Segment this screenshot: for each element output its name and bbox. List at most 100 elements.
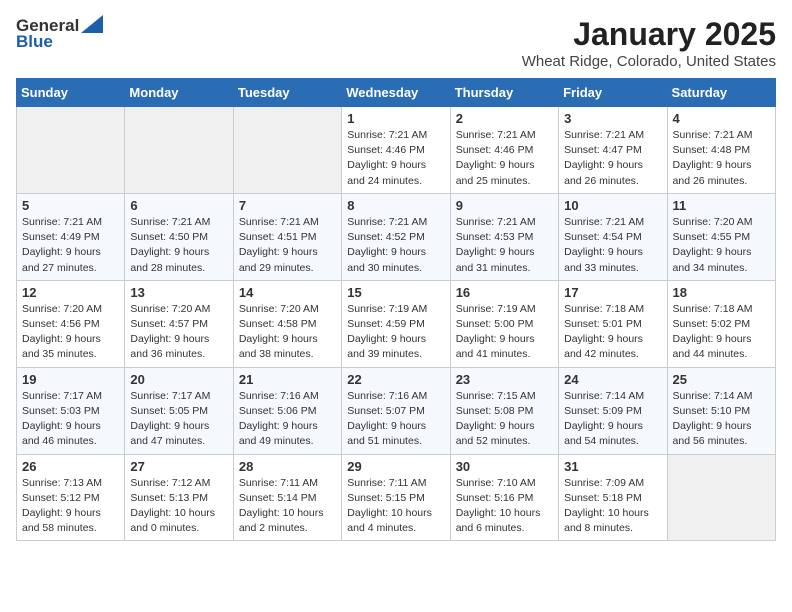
calendar-cell: 12 Sunrise: 7:20 AMSunset: 4:56 PMDayligh… (17, 280, 125, 367)
calendar-cell: 6 Sunrise: 7:21 AMSunset: 4:50 PMDaylight… (125, 193, 233, 280)
calendar-cell: 14 Sunrise: 7:20 AMSunset: 4:58 PMDayligh… (233, 280, 341, 367)
calendar-cell: 20 Sunrise: 7:17 AMSunset: 5:05 PMDayligh… (125, 367, 233, 454)
day-number: 20 (130, 372, 227, 387)
day-number: 31 (564, 459, 661, 474)
day-number: 19 (22, 372, 119, 387)
day-header-sunday: Sunday (17, 79, 125, 107)
calendar-cell: 16Sunrise: 7:19 AMSunset: 5:00 PMDayligh… (450, 280, 558, 367)
calendar-cell (125, 107, 233, 194)
day-number: 10 (564, 198, 661, 213)
calendar-cell: 21 Sunrise: 7:16 AMSunset: 5:06 PMDayligh… (233, 367, 341, 454)
calendar-cell: 8 Sunrise: 7:21 AMSunset: 4:52 PMDaylight… (342, 193, 450, 280)
calendar-cell: 28Sunrise: 7:11 AMSunset: 5:14 PMDayligh… (233, 454, 341, 541)
calendar-week-5: 26Sunrise: 7:13 AMSunset: 5:12 PMDayligh… (17, 454, 776, 541)
calendar-cell: 27 Sunrise: 7:12 AMSunset: 5:13 PMDayligh… (125, 454, 233, 541)
calendar-week-3: 12 Sunrise: 7:20 AMSunset: 4:56 PMDayligh… (17, 280, 776, 367)
calendar-cell (233, 107, 341, 194)
calendar-cell: 24 Sunrise: 7:14 AMSunset: 5:09 PMDayligh… (559, 367, 667, 454)
calendar-cell: 7 Sunrise: 7:21 AMSunset: 4:51 PMDaylight… (233, 193, 341, 280)
cell-content: Sunrise: 7:14 AMSunset: 5:09 PMDaylight:… (564, 389, 661, 450)
cell-content: Sunrise: 7:13 AMSunset: 5:12 PMDaylight:… (22, 476, 119, 537)
cell-content: Sunrise: 7:16 AMSunset: 5:06 PMDaylight:… (239, 389, 336, 450)
calendar-cell: 19 Sunrise: 7:17 AMSunset: 5:03 PMDayligh… (17, 367, 125, 454)
cell-content: Sunrise: 7:21 AMSunset: 4:51 PMDaylight:… (239, 215, 336, 276)
day-number: 23 (456, 372, 553, 387)
cell-content: Sunrise: 7:20 AMSunset: 4:56 PMDaylight:… (22, 302, 119, 363)
cell-content: Sunrise: 7:21 AMSunset: 4:52 PMDaylight:… (347, 215, 444, 276)
day-number: 15 (347, 285, 444, 300)
day-number: 1 (347, 111, 444, 126)
cell-content: Sunrise: 7:21 AMSunset: 4:54 PMDaylight:… (564, 215, 661, 276)
day-number: 27 (130, 459, 227, 474)
cell-content: Sunrise: 7:21 AMSunset: 4:53 PMDaylight:… (456, 215, 553, 276)
day-number: 21 (239, 372, 336, 387)
calendar-cell: 3Sunrise: 7:21 AMSunset: 4:47 PMDaylight… (559, 107, 667, 194)
location: Wheat Ridge, Colorado, United States (522, 53, 776, 70)
calendar-cell: 4Sunrise: 7:21 AMSunset: 4:48 PMDaylight… (667, 107, 775, 194)
cell-content: Sunrise: 7:18 AMSunset: 5:02 PMDaylight:… (673, 302, 770, 363)
day-number: 17 (564, 285, 661, 300)
day-number: 22 (347, 372, 444, 387)
day-number: 18 (673, 285, 770, 300)
calendar-cell: 26Sunrise: 7:13 AMSunset: 5:12 PMDayligh… (17, 454, 125, 541)
calendar-week-2: 5 Sunrise: 7:21 AMSunset: 4:49 PMDaylight… (17, 193, 776, 280)
calendar-cell: 15 Sunrise: 7:19 AMSunset: 4:59 PMDayligh… (342, 280, 450, 367)
cell-content: Sunrise: 7:14 AMSunset: 5:10 PMDaylight:… (673, 389, 770, 450)
calendar-cell: 9 Sunrise: 7:21 AMSunset: 4:53 PMDaylight… (450, 193, 558, 280)
logo-blue-text: Blue (16, 32, 53, 52)
day-number: 12 (22, 285, 119, 300)
cell-content: Sunrise: 7:19 AMSunset: 4:59 PMDaylight:… (347, 302, 444, 363)
day-number: 14 (239, 285, 336, 300)
cell-content: Sunrise: 7:18 AMSunset: 5:01 PMDaylight:… (564, 302, 661, 363)
cell-content: Sunrise: 7:17 AMSunset: 5:05 PMDaylight:… (130, 389, 227, 450)
day-number: 4 (673, 111, 770, 126)
day-number: 5 (22, 198, 119, 213)
calendar-cell: 22 Sunrise: 7:16 AMSunset: 5:07 PMDayligh… (342, 367, 450, 454)
calendar-header-row: SundayMondayTuesdayWednesdayThursdayFrid… (17, 79, 776, 107)
day-number: 7 (239, 198, 336, 213)
cell-content: Sunrise: 7:21 AMSunset: 4:46 PMDaylight:… (347, 128, 444, 189)
title-block: January 2025 Wheat Ridge, Colorado, Unit… (522, 16, 776, 70)
day-number: 28 (239, 459, 336, 474)
cell-content: Sunrise: 7:21 AMSunset: 4:47 PMDaylight:… (564, 128, 661, 189)
day-number: 9 (456, 198, 553, 213)
logo-icon (81, 15, 103, 33)
calendar-cell: 29 Sunrise: 7:11 AMSunset: 5:15 PMDayligh… (342, 454, 450, 541)
day-number: 30 (456, 459, 553, 474)
cell-content: Sunrise: 7:21 AMSunset: 4:50 PMDaylight:… (130, 215, 227, 276)
day-number: 13 (130, 285, 227, 300)
calendar-cell: 2Sunrise: 7:21 AMSunset: 4:46 PMDaylight… (450, 107, 558, 194)
cell-content: Sunrise: 7:15 AMSunset: 5:08 PMDaylight:… (456, 389, 553, 450)
calendar-table: SundayMondayTuesdayWednesdayThursdayFrid… (16, 78, 776, 541)
calendar-cell: 5 Sunrise: 7:21 AMSunset: 4:49 PMDaylight… (17, 193, 125, 280)
calendar-cell: 17 Sunrise: 7:18 AMSunset: 5:01 PMDayligh… (559, 280, 667, 367)
day-number: 25 (673, 372, 770, 387)
day-header-wednesday: Wednesday (342, 79, 450, 107)
day-number: 29 (347, 459, 444, 474)
cell-content: Sunrise: 7:11 AMSunset: 5:15 PMDaylight:… (347, 476, 444, 537)
calendar-cell: 13Sunrise: 7:20 AMSunset: 4:57 PMDayligh… (125, 280, 233, 367)
day-header-monday: Monday (125, 79, 233, 107)
calendar-cell: 30Sunrise: 7:10 AMSunset: 5:16 PMDayligh… (450, 454, 558, 541)
day-number: 11 (673, 198, 770, 213)
cell-content: Sunrise: 7:16 AMSunset: 5:07 PMDaylight:… (347, 389, 444, 450)
page-header: General Blue January 2025 Wheat Ridge, C… (16, 16, 776, 70)
calendar-cell: 23 Sunrise: 7:15 AMSunset: 5:08 PMDayligh… (450, 367, 558, 454)
calendar-cell: 11Sunrise: 7:20 AMSunset: 4:55 PMDayligh… (667, 193, 775, 280)
day-number: 6 (130, 198, 227, 213)
month-title: January 2025 (522, 16, 776, 53)
cell-content: Sunrise: 7:17 AMSunset: 5:03 PMDaylight:… (22, 389, 119, 450)
day-number: 8 (347, 198, 444, 213)
cell-content: Sunrise: 7:12 AMSunset: 5:13 PMDaylight:… (130, 476, 227, 537)
calendar-cell (17, 107, 125, 194)
calendar-cell: 18 Sunrise: 7:18 AMSunset: 5:02 PMDayligh… (667, 280, 775, 367)
day-number: 24 (564, 372, 661, 387)
calendar-cell: 1 Sunrise: 7:21 AMSunset: 4:46 PMDaylight… (342, 107, 450, 194)
cell-content: Sunrise: 7:19 AMSunset: 5:00 PMDaylight:… (456, 302, 553, 363)
calendar-week-4: 19 Sunrise: 7:17 AMSunset: 5:03 PMDayligh… (17, 367, 776, 454)
day-header-thursday: Thursday (450, 79, 558, 107)
day-header-saturday: Saturday (667, 79, 775, 107)
cell-content: Sunrise: 7:20 AMSunset: 4:58 PMDaylight:… (239, 302, 336, 363)
cell-content: Sunrise: 7:21 AMSunset: 4:49 PMDaylight:… (22, 215, 119, 276)
calendar-cell: 25 Sunrise: 7:14 AMSunset: 5:10 PMDayligh… (667, 367, 775, 454)
